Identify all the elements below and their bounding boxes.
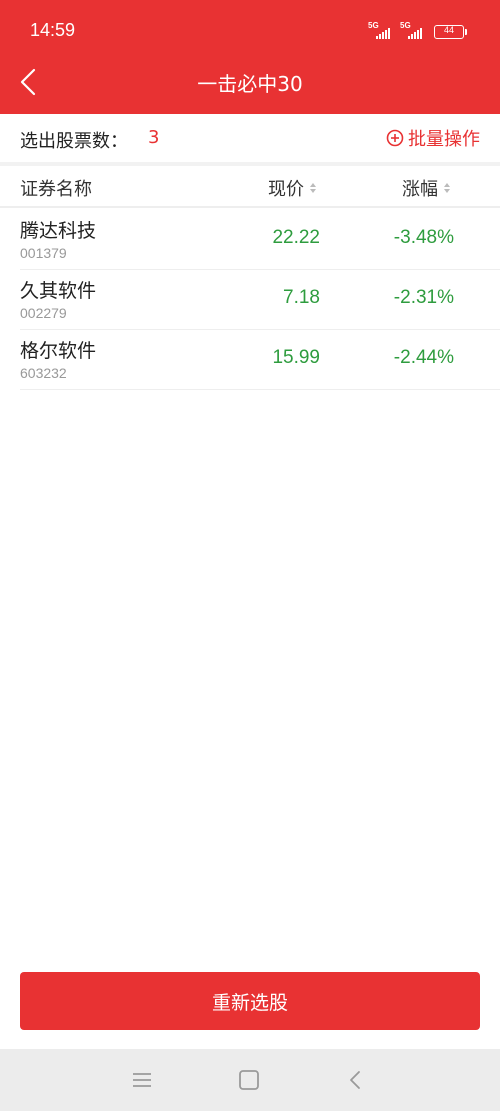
add-circle-icon (386, 129, 404, 147)
battery-level: 44 (443, 25, 454, 35)
cellular-signal-icon: 5G (400, 21, 428, 39)
column-header-change: 涨幅 (402, 179, 438, 200)
stock-list: 腾达科技 001379 22.22 -3.48% 久其软件 002279 7.1… (20, 210, 500, 390)
column-header-name: 证券名称 (20, 179, 92, 200)
status-time: 14:59 (30, 20, 76, 40)
system-navigation-bar (0, 1049, 500, 1111)
stock-price: 22.22 (272, 227, 320, 248)
summary-bar: 选出股票数： 3 批量操作 (0, 114, 500, 162)
cellular-signal-icon: 5G (368, 21, 396, 39)
stock-code: 603232 (20, 365, 67, 381)
chevron-left-icon (350, 1071, 360, 1089)
stock-price: 15.99 (272, 347, 320, 368)
page-title: 一击必中30 (197, 72, 303, 96)
sort-icon (310, 183, 316, 193)
menu-icon (133, 1073, 151, 1087)
batch-operation-button[interactable]: 批量操作 (386, 126, 480, 150)
stock-row[interactable]: 格尔软件 603232 15.99 -2.44% (20, 330, 500, 390)
status-bar: 14:59 5G 5G 44 (0, 0, 500, 60)
stock-row[interactable]: 久其软件 002279 7.18 -2.31% (20, 270, 500, 330)
stock-name: 久其软件 (20, 280, 97, 302)
stock-change: -3.48% (393, 227, 454, 248)
stock-price: 7.18 (283, 287, 320, 308)
batch-operation-label: 批量操作 (408, 129, 480, 150)
home-button[interactable] (237, 1068, 261, 1092)
battery-icon: 44 (434, 25, 464, 39)
stock-change: -2.44% (393, 347, 454, 368)
sort-icon (444, 183, 450, 193)
stock-name: 腾达科技 (20, 220, 97, 242)
stock-name: 格尔软件 (20, 340, 97, 362)
stock-code: 001379 (20, 245, 67, 261)
table-header: 证券名称 现价 涨幅 (0, 166, 500, 208)
sort-by-change[interactable]: 涨幅 (402, 175, 451, 201)
sort-by-price[interactable]: 现价 (268, 175, 317, 201)
stock-change: -2.31% (393, 287, 454, 308)
reselect-stocks-button[interactable]: 重新选股 (20, 972, 480, 1030)
column-header-price: 现价 (268, 179, 304, 200)
home-square-icon (239, 1070, 259, 1090)
selected-count-label: 选出股票数： (20, 131, 128, 152)
app-header: 14:59 5G 5G 44 一击必中30 (0, 0, 500, 114)
network-type-label: 5G (400, 21, 411, 30)
selected-count-value: 3 (148, 127, 160, 148)
system-back-button[interactable] (344, 1068, 368, 1092)
menu-button[interactable] (130, 1068, 154, 1092)
stock-row[interactable]: 腾达科技 001379 22.22 -3.48% (20, 210, 500, 270)
stock-code: 002279 (20, 305, 67, 321)
battery-cap (465, 29, 467, 35)
network-type-label: 5G (368, 21, 379, 30)
